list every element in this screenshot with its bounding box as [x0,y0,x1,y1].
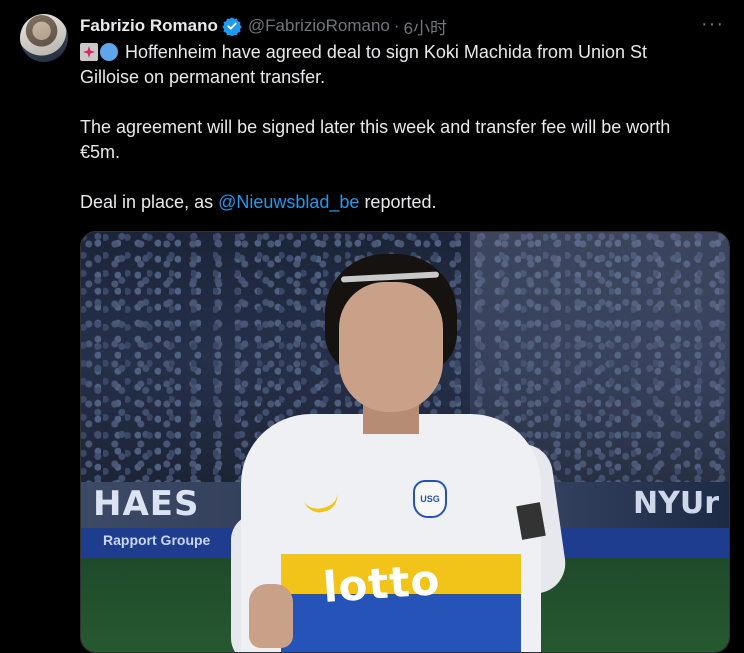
tweet-text-line-4: €5m. [80,142,121,162]
player-figure: lotto USG [231,254,570,652]
tweet-line-5: Deal in place, as @Nieuwsblad_be reporte… [80,190,728,215]
player-face [339,282,443,412]
blue-circle-icon [100,43,118,61]
club-crest: USG [413,480,447,518]
separator-dot: · [393,16,400,35]
board-text: HAES [93,484,200,524]
tweet-media-image[interactable]: HAES NYUr Rapport Groupe lotto USG [80,231,730,653]
thumbs-up-hand [249,584,293,648]
mention-link[interactable]: @Nieuwsblad_be [218,192,359,212]
tweet-text-line-1: Hoffenheim have agreed deal to sign Koki… [125,42,647,62]
tweet-header: Fabrizio Romano @FabrizioRomano · 6小时 [80,14,447,38]
author-avatar[interactable] [20,14,68,62]
tweet-timestamp[interactable]: 6小时 [404,14,447,39]
tweet-text-line-2: Gilloise on permanent transfer. [80,67,326,87]
rotating-light-icon [80,43,98,61]
tweet-line-1: Hoffenheim have agreed deal to sign Koki… [80,40,728,65]
author-display-name[interactable]: Fabrizio Romano [80,16,218,36]
shirt-sponsor: lotto [321,554,442,613]
more-options-icon[interactable]: ··· [701,14,724,34]
avatar-image [20,14,68,62]
tweet-text: Hoffenheim have agreed deal to sign Koki… [80,40,728,215]
board-text-right: NYUr [633,486,719,521]
tweet-text-line-5-before: Deal in place, as [80,192,219,212]
verified-badge-icon[interactable] [222,16,242,37]
tweet-text-line-5-after: reported. [359,192,437,212]
author-handle[interactable]: @FabrizioRomano [248,16,390,36]
tweet-text-line-3: The agreement will be signed later this … [80,117,671,137]
lower-board-text: Rapport Groupe [103,532,211,548]
